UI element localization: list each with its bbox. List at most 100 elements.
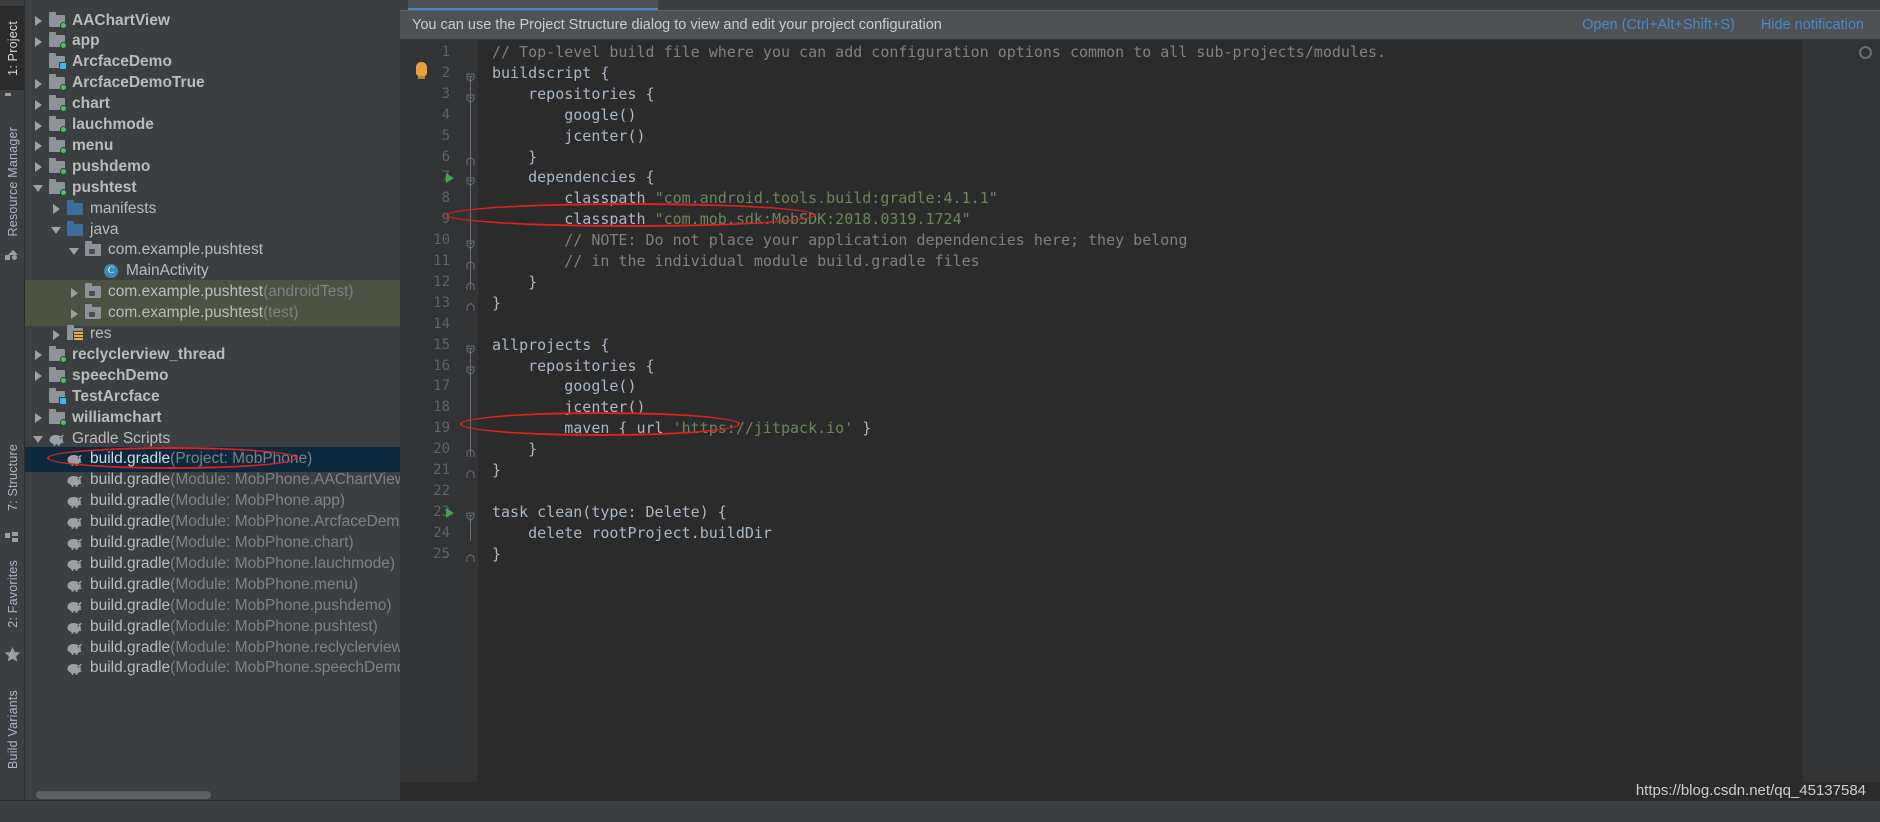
run-gutter-icon[interactable] — [446, 507, 454, 518]
fold-marker-icon[interactable] — [466, 257, 475, 269]
fold-marker-icon[interactable] — [466, 508, 475, 521]
code-line: jcenter() — [492, 126, 645, 147]
tree-item-label: com.example.pushtest — [108, 241, 264, 259]
fold-marker-icon[interactable] — [466, 173, 475, 187]
code-line: } — [492, 544, 501, 565]
tree-item-suffix: (Module: MobPhone.chart) — [170, 534, 354, 551]
project-panel-horizontal-scrollbar[interactable] — [36, 791, 211, 799]
left-tool-window-strip: 1: Project Resource Manager 7: Structure — [0, 0, 25, 800]
tree-item-chevron-right-icon[interactable] — [33, 99, 44, 110]
fold-marker-icon[interactable] — [466, 445, 475, 458]
line-number: 8 — [441, 190, 450, 207]
line-number: 21 — [433, 462, 450, 478]
tree-item-chevron-right-icon[interactable] — [33, 140, 44, 152]
tree-item-label: res — [90, 325, 112, 342]
tree-item-chevron-right-icon[interactable] — [33, 370, 44, 382]
inspection-gear-icon[interactable] — [1859, 46, 1872, 59]
fold-marker-icon[interactable] — [466, 278, 475, 290]
line-number: 14 — [433, 315, 450, 332]
fold-marker-icon[interactable] — [466, 362, 475, 375]
fold-marker-icon[interactable] — [466, 341, 475, 354]
gradle-elephant-icon — [66, 514, 85, 530]
code-line: google() — [492, 376, 636, 397]
tree-item-chevron-down-icon[interactable] — [33, 182, 44, 193]
line-number: 25 — [433, 545, 450, 562]
code-line: // NOTE: Do not place your application d… — [492, 230, 1187, 251]
gradle-elephant-icon — [66, 619, 85, 635]
code-editor[interactable]: // Top-level build file where you can ad… — [400, 40, 1880, 782]
tree-item-chevron-right-icon[interactable] — [33, 78, 44, 89]
code-line: dependencies { — [492, 167, 654, 188]
tree-item-suffix: (Module: MobPhone.pushtest) — [170, 617, 378, 635]
tree-item-chevron-right-icon[interactable] — [51, 203, 62, 215]
fold-marker-icon[interactable] — [466, 466, 475, 478]
tool-window-tab-structure[interactable]: 7: Structure — [0, 430, 25, 525]
code-line: allprojects { — [492, 335, 609, 356]
structure-icon — [5, 532, 20, 547]
tree-item-label: AAChartView — [72, 11, 170, 29]
tree-item-chevron-right-icon[interactable] — [33, 15, 44, 26]
tool-window-tab-project[interactable]: 1: Project — [0, 6, 25, 90]
tree-item[interactable]: build.gradle (Module: MobPhone.speechDem… — [25, 656, 400, 681]
module-folder-icon — [48, 53, 67, 71]
code-text-area[interactable]: // Top-level build file where you can ad… — [478, 40, 1802, 782]
fold-marker-icon[interactable] — [466, 236, 475, 250]
code-token: } — [853, 419, 872, 438]
open-project-structure-link[interactable]: Open (Ctrl+Alt+Shift+S) — [1582, 17, 1735, 33]
fold-marker-icon[interactable] — [466, 69, 475, 83]
tree-item-chevron-right-icon[interactable] — [33, 36, 44, 47]
fold-marker-icon[interactable] — [466, 90, 475, 103]
project-tool-window[interactable]: AAChartView app ArcfaceDemo ArcfaceDemoTrue… — [25, 0, 400, 800]
folder-icon — [66, 220, 85, 238]
tree-item-label: pushdemo — [72, 157, 151, 175]
module-folder-icon — [48, 32, 67, 50]
fold-marker-icon[interactable] — [466, 550, 475, 562]
gutter-markers[interactable]: 1 2 3 4 5 6 7 8 9 10 11 12 13 14 15 16 17 18 19 20 21 22 23 24 2… — [400, 40, 475, 782]
tree-item-chevron-down-icon[interactable] — [51, 224, 62, 235]
editor-tab-strip — [400, 0, 1880, 10]
res-folder-icon — [66, 325, 85, 342]
tool-window-tab-resource-manager-label: Resource Manager — [5, 127, 20, 237]
tree-item-chevron-right-icon[interactable] — [33, 349, 44, 361]
tree-item-chevron-right-icon[interactable] — [69, 308, 80, 319]
tree-item-chevron-down-icon[interactable] — [69, 245, 80, 256]
gradle-elephant-icon — [66, 535, 85, 551]
editor-tab-build-gradle[interactable] — [408, 0, 658, 10]
gradle-elephant-icon — [66, 660, 85, 676]
tree-item-label: build.gradle — [90, 638, 171, 656]
gradle-elephant-icon — [66, 472, 85, 488]
line-number: 4 — [441, 106, 450, 123]
tree-item-chevron-right-icon[interactable] — [69, 287, 80, 298]
hide-notification-link[interactable]: Hide notification — [1761, 17, 1864, 33]
code-line: maven { url 'https://jitpack.io' } — [492, 418, 871, 439]
line-number: 19 — [433, 420, 450, 437]
code-token: repositories { — [492, 84, 655, 103]
module-folder-icon — [48, 178, 67, 196]
tree-item-label: java — [90, 220, 119, 238]
intention-bulb-icon[interactable] — [416, 62, 427, 79]
tree-item-chevron-right-icon[interactable] — [33, 161, 44, 173]
tree-item-chevron-down-icon[interactable] — [33, 433, 44, 444]
fold-marker-icon[interactable] — [466, 299, 475, 311]
run-gutter-icon[interactable] — [446, 173, 454, 184]
code-token: classpath — [492, 189, 655, 208]
notification-message: You can use the Project Structure dialog… — [412, 17, 942, 33]
package-folder-icon — [84, 304, 103, 321]
tree-item-label: TestArcface — [72, 387, 160, 405]
line-number: 13 — [433, 294, 450, 311]
code-line: } — [492, 272, 537, 293]
tool-window-tab-resource-manager[interactable]: Resource Manager — [0, 118, 25, 246]
tree-item-label: williamchart — [72, 408, 162, 426]
tool-window-tab-build-variants[interactable]: Build Variants — [0, 672, 25, 787]
tree-item-suffix: (Module: MobPhone.pushdemo) — [170, 596, 392, 614]
code-token: // in the individual module build.gradle… — [492, 252, 980, 270]
code-folding-gutter[interactable] — [460, 40, 478, 782]
fold-marker-icon[interactable] — [466, 153, 475, 165]
tool-window-tab-favorites[interactable]: 2: Favorites — [0, 548, 25, 640]
tree-item-chevron-right-icon[interactable] — [33, 120, 44, 131]
tree-item-chevron-right-icon[interactable] — [51, 329, 62, 340]
code-line: classpath "com.mob.sdk:MobSDK:2018.0319.… — [492, 209, 970, 230]
code-line: jcenter() — [492, 397, 645, 418]
line-number: 9 — [441, 211, 450, 228]
tree-item-chevron-right-icon[interactable] — [33, 412, 44, 424]
